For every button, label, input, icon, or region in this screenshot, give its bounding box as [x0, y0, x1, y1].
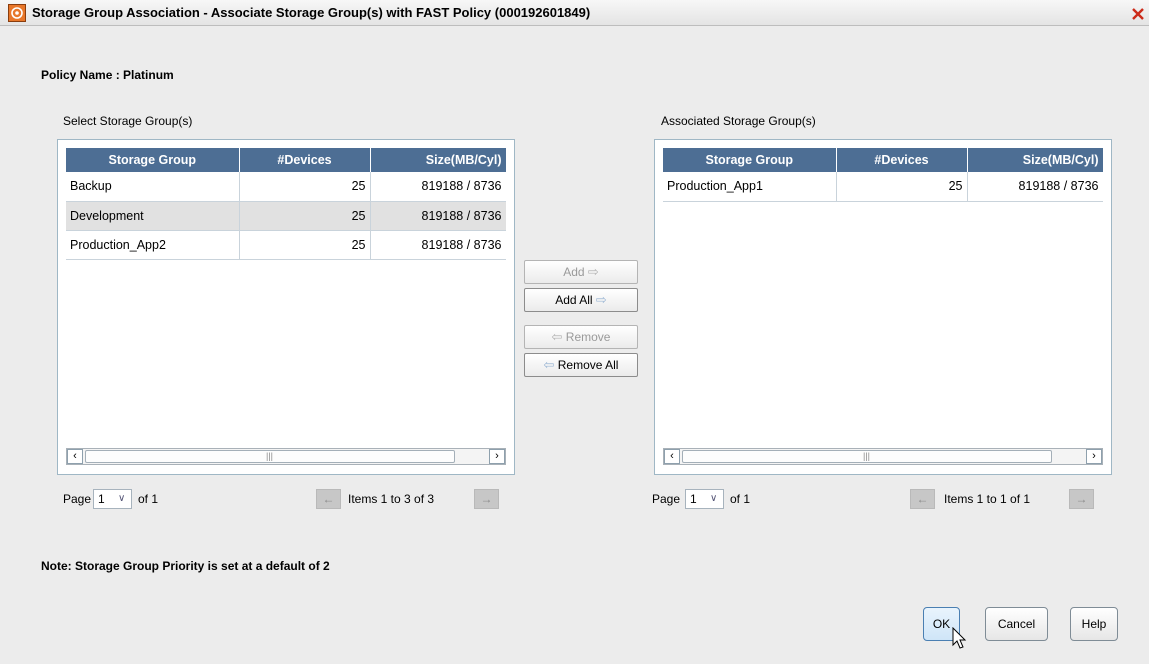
- next-page-icon[interactable]: →: [1069, 489, 1094, 509]
- add-label: Add: [563, 265, 585, 279]
- table-row[interactable]: Production_App1 25 819188 / 8736: [663, 172, 1103, 202]
- column-header-storage-group[interactable]: Storage Group: [66, 148, 240, 172]
- table-row[interactable]: Development 25 819188 / 8736: [66, 201, 506, 231]
- grip-icon: |||: [266, 451, 274, 461]
- add-button[interactable]: Add ⇨: [524, 260, 638, 284]
- table-row[interactable]: Production_App2 25 819188 / 8736: [66, 230, 506, 260]
- column-header-size[interactable]: Size(MB/Cyl): [370, 148, 506, 172]
- cell-storage-group: Production_App1: [663, 172, 837, 202]
- cell-size: 819188 / 8736: [967, 172, 1103, 202]
- page-value: 1: [98, 492, 105, 506]
- left-arrow-icon: ⇦: [551, 329, 563, 344]
- scroll-thumb[interactable]: |||: [682, 450, 1052, 463]
- next-page-icon[interactable]: →: [474, 489, 499, 509]
- page-value: 1: [690, 492, 697, 506]
- mouse-cursor-icon: [952, 627, 967, 649]
- table-row[interactable]: Backup 25 819188 / 8736: [66, 172, 506, 202]
- remove-label: Remove: [565, 330, 611, 344]
- cancel-button[interactable]: Cancel: [985, 607, 1048, 641]
- right-storage-group-list: Storage Group #Devices Size(MB/Cyl) Prod…: [654, 139, 1112, 475]
- help-button[interactable]: Help: [1070, 607, 1118, 641]
- items-range: Items 1 to 3 of 3: [348, 492, 435, 506]
- prev-page-icon[interactable]: ←: [910, 489, 935, 509]
- prev-page-icon[interactable]: ←: [316, 489, 341, 509]
- page-select[interactable]: 1 ∨: [93, 489, 132, 509]
- cell-size: 819188 / 8736: [370, 172, 506, 202]
- left-pane-label: Select Storage Group(s): [63, 114, 193, 128]
- cell-size: 819188 / 8736: [370, 230, 506, 260]
- app-icon: [8, 4, 26, 22]
- page-count: of 1: [138, 492, 159, 506]
- left-grid: Storage Group #Devices Size(MB/Cyl) Back…: [66, 148, 506, 448]
- table-header: Storage Group #Devices Size(MB/Cyl): [66, 148, 506, 172]
- window-title: Storage Group Association - Associate St…: [32, 5, 591, 20]
- page-prefix: Page: [652, 492, 681, 506]
- chevron-down-icon: ∨: [710, 493, 718, 504]
- title-bar: Storage Group Association - Associate St…: [0, 0, 1149, 26]
- cell-storage-group: Development: [66, 201, 240, 231]
- add-all-button[interactable]: Add All ⇨: [524, 288, 638, 312]
- remove-button[interactable]: ⇦ Remove: [524, 325, 638, 349]
- cell-size: 819188 / 8736: [370, 201, 506, 231]
- horizontal-scrollbar[interactable]: ‹ ||| ›: [663, 448, 1103, 465]
- right-grid: Storage Group #Devices Size(MB/Cyl) Prod…: [663, 148, 1103, 448]
- add-all-label: Add All: [555, 293, 593, 307]
- remove-all-label: Remove All: [557, 358, 619, 372]
- left-storage-group-list: Storage Group #Devices Size(MB/Cyl) Back…: [57, 139, 515, 475]
- cell-devices: 25: [239, 201, 371, 231]
- right-arrow-icon: ⇨: [587, 264, 599, 279]
- right-pane-label: Associated Storage Group(s): [661, 114, 816, 128]
- priority-note: Note: Storage Group Priority is set at a…: [41, 559, 330, 573]
- cell-storage-group: Production_App2: [66, 230, 240, 260]
- horizontal-scrollbar[interactable]: ‹ ||| ›: [66, 448, 506, 465]
- scroll-left-icon[interactable]: ‹: [664, 449, 680, 464]
- column-header-devices[interactable]: #Devices: [239, 148, 371, 172]
- scroll-right-icon[interactable]: ›: [489, 449, 505, 464]
- cell-devices: 25: [239, 172, 371, 202]
- page-prefix: Page: [63, 492, 92, 506]
- scroll-right-icon[interactable]: ›: [1086, 449, 1102, 464]
- scroll-left-icon[interactable]: ‹: [67, 449, 83, 464]
- page-count: of 1: [730, 492, 751, 506]
- left-arrow-icon: ⇦: [543, 357, 555, 372]
- column-header-storage-group[interactable]: Storage Group: [663, 148, 837, 172]
- column-header-size[interactable]: Size(MB/Cyl): [967, 148, 1103, 172]
- cell-storage-group: Backup: [66, 172, 240, 202]
- grip-icon: |||: [863, 451, 871, 461]
- page-select[interactable]: 1 ∨: [685, 489, 724, 509]
- right-pager: Page 1 ∨ of 1 ← Items 1 to 1 of 1 →: [652, 489, 1112, 511]
- remove-all-button[interactable]: ⇦ Remove All: [524, 353, 638, 377]
- chevron-down-icon: ∨: [118, 493, 126, 504]
- close-icon[interactable]: [1129, 6, 1147, 22]
- cell-devices: 25: [239, 230, 371, 260]
- left-pager: Page 1 ∨ of 1 ← Items 1 to 3 of 3 →: [63, 489, 503, 511]
- items-range: Items 1 to 1 of 1: [944, 492, 1031, 506]
- policy-name: Policy Name : Platinum: [41, 68, 174, 82]
- cell-devices: 25: [836, 172, 968, 202]
- table-header: Storage Group #Devices Size(MB/Cyl): [663, 148, 1103, 172]
- right-arrow-icon: ⇨: [595, 292, 607, 307]
- column-header-devices[interactable]: #Devices: [836, 148, 968, 172]
- scroll-thumb[interactable]: |||: [85, 450, 455, 463]
